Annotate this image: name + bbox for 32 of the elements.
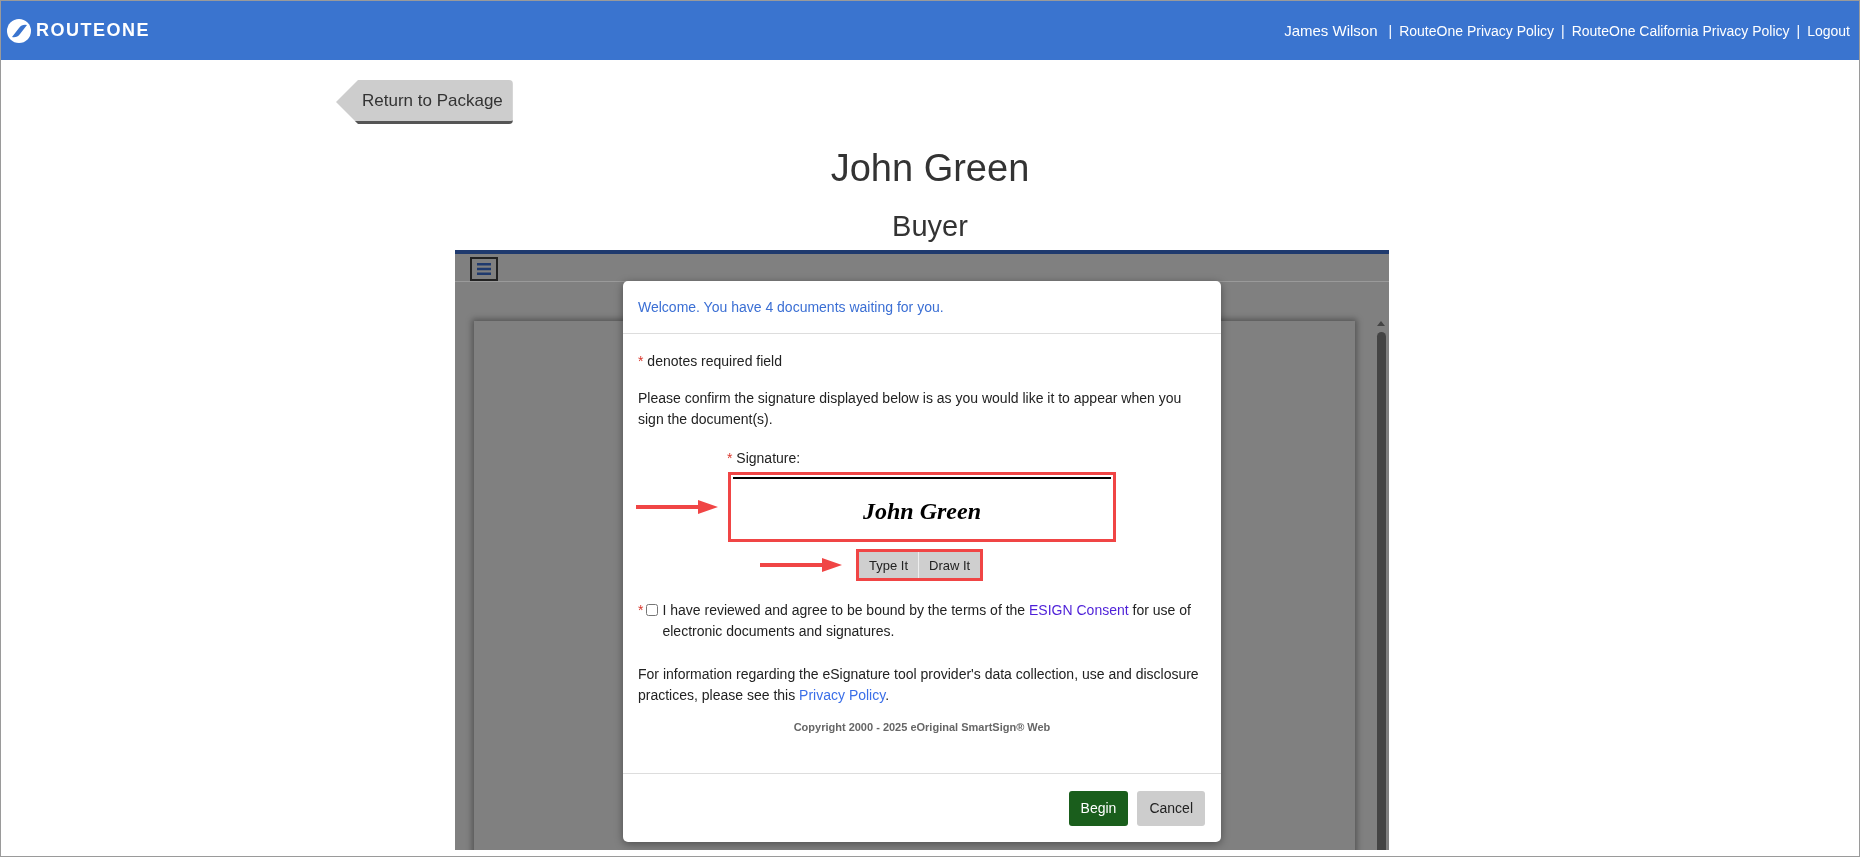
signature-mode-button[interactable]: Draw It <box>918 552 981 578</box>
consent-checkbox[interactable] <box>646 604 659 616</box>
signature-field[interactable]: John Green <box>728 472 1116 542</box>
return-button[interactable]: Return to Package <box>336 80 513 124</box>
page-subtitle: Buyer <box>891 209 969 244</box>
header-link[interactable]: RouteOne California Privacy Policy <box>1571 22 1790 39</box>
required-mark: * <box>727 450 733 466</box>
required-mark: * <box>638 353 644 369</box>
user-name: James Wilson <box>1284 22 1378 39</box>
privacy-text: For information regarding the eSignature tool provider's data collection, use and disclosure practices, please see this Privacy Policy. <box>638 665 1200 705</box>
required-note: denotes required field <box>647 353 782 369</box>
page-title: John Green <box>829 146 1031 191</box>
copyright-text: Copyright 2000 - 2025 eOriginal SmartSign® Web <box>792 721 1052 733</box>
cancel-button[interactable]: Cancel <box>1137 790 1205 826</box>
separator-text: | <box>1796 22 1801 39</box>
esign-consent-link[interactable]: ESIGN Consent <box>1029 602 1129 618</box>
header-link[interactable]: RouteOne Privacy Policy <box>1399 22 1554 39</box>
required-mark: * <box>638 601 644 620</box>
consent-text: I have reviewed and agree to be bound by the terms of the ESIGN Consent for use of electronic documents and signatures. <box>662 601 1192 641</box>
signature-mode-button[interactable]: Type It <box>859 552 919 578</box>
header-link[interactable]: Logout <box>1807 22 1850 39</box>
menu-button[interactable] <box>470 257 498 281</box>
signature-text: John Green <box>863 496 981 525</box>
logo-text: ROUTEONE <box>36 20 150 41</box>
welcome-message: Welcome. You have 4 documents waiting for you. <box>638 299 944 315</box>
signature-label: Signature: <box>736 450 801 466</box>
instructions-text: Please confirm the signature displayed below is as you would like it to appear when you sign the document(s). <box>638 389 1183 429</box>
logo-icon <box>7 18 31 43</box>
begin-button[interactable]: Begin <box>1068 790 1129 826</box>
separator-text: | <box>1388 22 1393 39</box>
separator-text: | <box>1561 22 1565 39</box>
menu-icon <box>477 263 491 275</box>
